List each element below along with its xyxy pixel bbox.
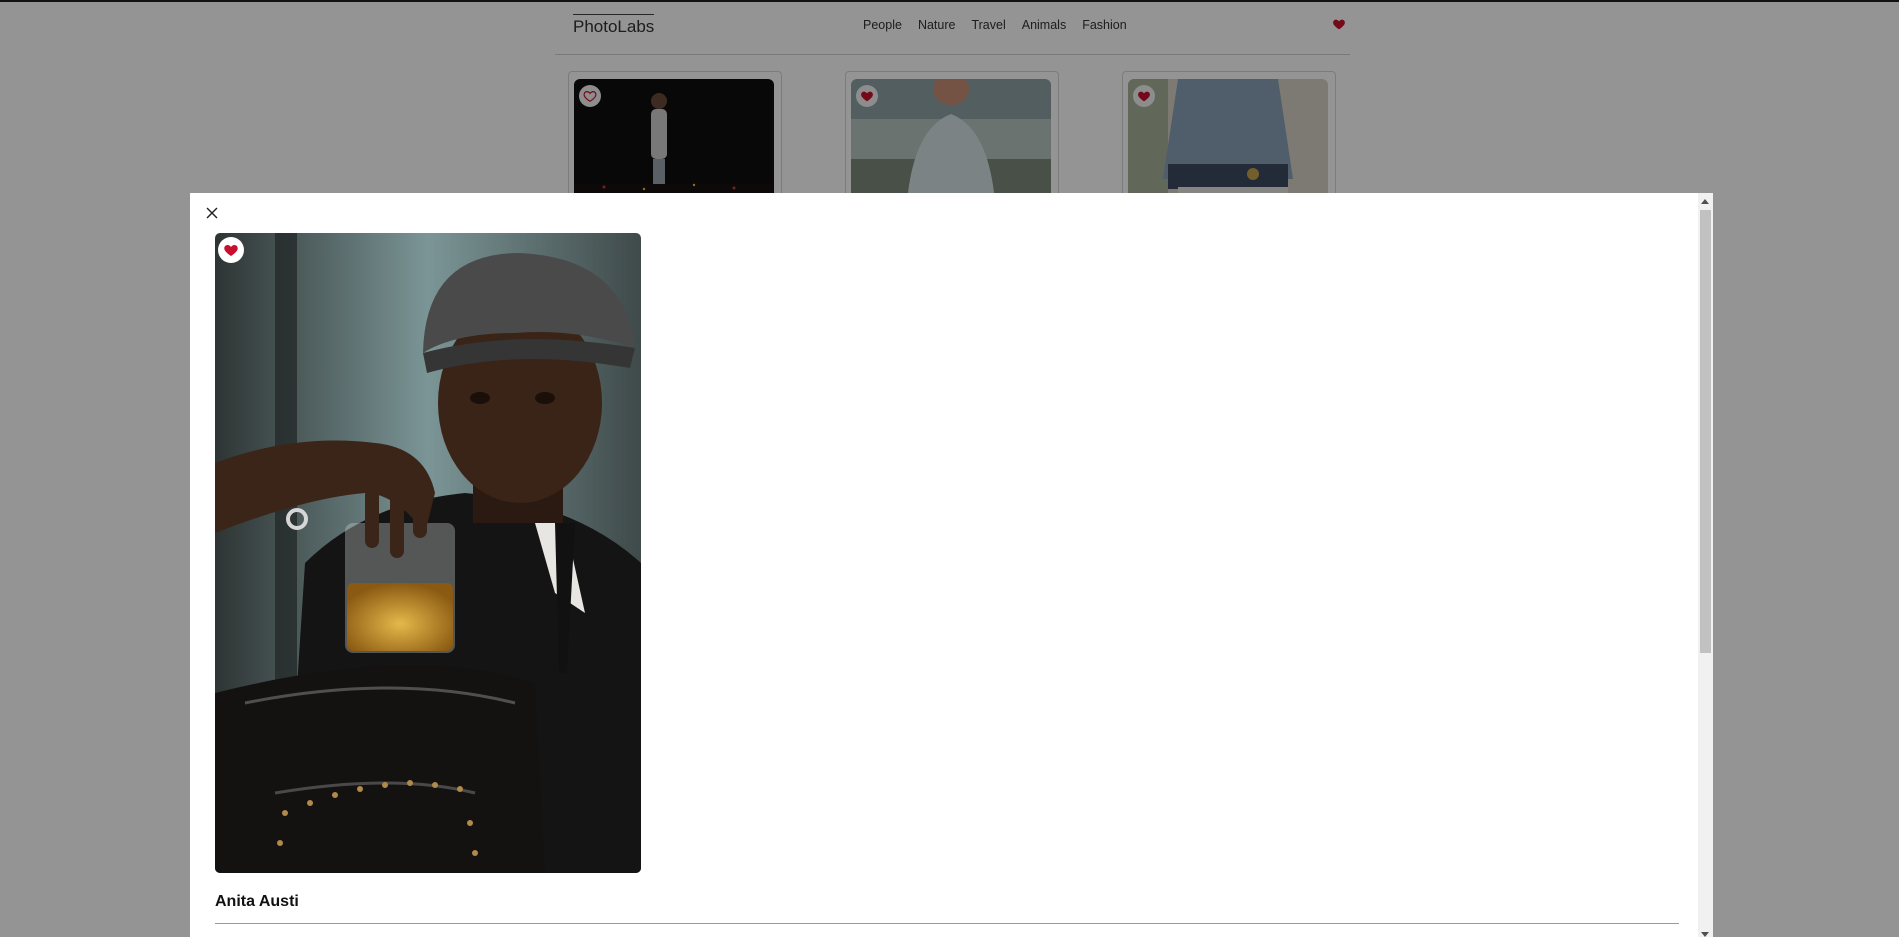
page: PhotoLabs People Nature Travel Animals F… xyxy=(0,0,1899,937)
photo-details-modal: Anita Austi xyxy=(190,193,1713,937)
scroll-down-arrow-icon[interactable] xyxy=(1701,932,1709,937)
heart-filled-icon[interactable] xyxy=(218,237,244,263)
close-icon[interactable] xyxy=(204,205,220,221)
scroll-thumb[interactable] xyxy=(1700,210,1711,653)
author-name: Anita Austi xyxy=(215,893,299,910)
main-photo xyxy=(215,233,641,873)
scroll-up-arrow-icon[interactable] xyxy=(1701,199,1709,204)
divider xyxy=(215,923,1679,924)
modal-scrollbar[interactable] xyxy=(1698,193,1713,937)
